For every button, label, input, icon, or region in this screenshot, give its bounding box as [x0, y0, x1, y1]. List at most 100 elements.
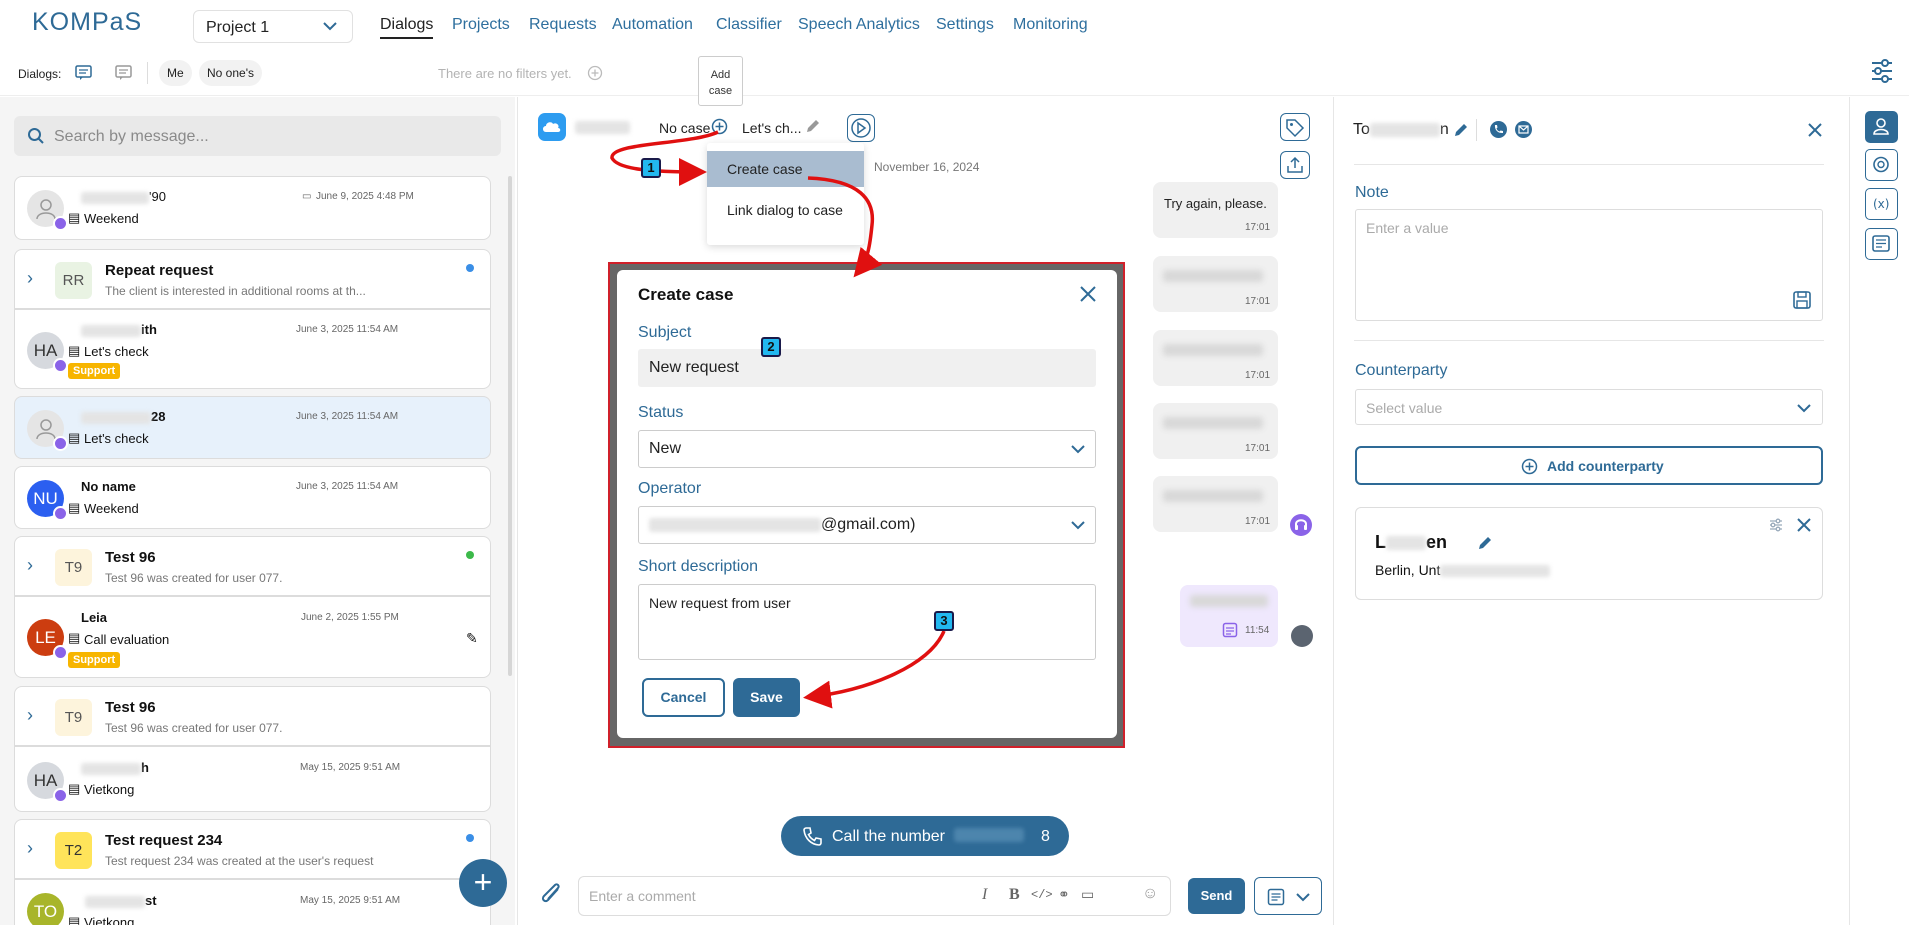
case-card[interactable]: › T2 Test request 234 Test request 234 w… [14, 819, 491, 879]
templates-button[interactable] [1254, 877, 1322, 915]
chevron-right-icon[interactable]: › [27, 705, 33, 726]
edit-pencil-icon[interactable] [1453, 122, 1469, 138]
nav-requests[interactable]: Requests [529, 16, 597, 34]
filter-me[interactable]: Me [159, 60, 192, 86]
dialog-card[interactable]: HA h May 15, 2025 9:51 AM ▤ Vietkong [14, 746, 491, 812]
close-icon[interactable] [1078, 284, 1098, 304]
comment-input[interactable]: Enter a comment I B </> ⚭ ▭ ☺ [578, 876, 1171, 916]
send-button[interactable]: Send [1188, 878, 1245, 914]
filter-divider [147, 62, 148, 84]
avatar: NU [27, 480, 68, 521]
add-case-icon[interactable] [711, 118, 728, 135]
dialog-card[interactable]: TO st May 15, 2025 9:51 AM ▤ Vietkong [14, 879, 491, 925]
filter-settings-icon[interactable] [1870, 58, 1894, 84]
email-contact-icon[interactable] [1515, 121, 1532, 138]
dialog-card[interactable]: LE Leia June 2, 2025 1:55 PM ▤ Call eval… [14, 596, 491, 678]
dialog-name: '90 [81, 189, 166, 204]
divider [1354, 340, 1824, 341]
project-select[interactable]: Project 1 [193, 10, 353, 43]
nav-projects[interactable]: Projects [452, 16, 510, 34]
export-button[interactable] [1280, 151, 1310, 179]
arrow-1 [610, 130, 719, 186]
attachment-icon[interactable] [538, 880, 566, 910]
avatar [27, 410, 68, 451]
note-textarea[interactable]: Enter a value [1355, 209, 1823, 321]
status-select[interactable]: New [638, 430, 1096, 468]
case-card[interactable]: › RR Repeat request The client is intere… [14, 249, 491, 309]
dialog-card[interactable]: '90 ▭ June 9, 2025 4:48 PM ▤ Weekend [14, 176, 491, 240]
new-dialog-button[interactable]: + [459, 859, 507, 907]
link-icon[interactable]: ⚭ [1058, 886, 1070, 903]
case-card[interactable]: › T9 Test 96 Test 96 was created for use… [14, 686, 491, 746]
ai-tab-button[interactable] [1865, 149, 1898, 181]
search-placeholder: Search by message... [54, 128, 209, 145]
cancel-button[interactable]: Cancel [642, 678, 725, 717]
dialog-name: st [81, 893, 157, 908]
nav-speech-analytics[interactable]: Speech Analytics [798, 16, 920, 34]
message-time: 17:01 [1245, 516, 1271, 527]
menu-link-dialog[interactable]: Link dialog to case [707, 192, 864, 228]
notes-tab-button[interactable] [1865, 228, 1898, 260]
chat-filter-icon[interactable] [74, 64, 94, 82]
edit-pencil-icon[interactable] [1477, 535, 1493, 551]
app-logo[interactable]: KOMPaS [32, 8, 142, 37]
call-number-button[interactable]: Call the number 8 [781, 816, 1069, 856]
variables-tab-button[interactable]: (x) [1865, 188, 1898, 220]
contact-tab-button[interactable] [1865, 111, 1898, 143]
chevron-right-icon[interactable]: › [27, 838, 33, 859]
nav-automation[interactable]: Automation [612, 16, 693, 34]
bold-icon[interactable]: B [1009, 886, 1020, 904]
edit-pencil-icon[interactable] [805, 118, 821, 134]
nav-dialogs[interactable]: Dialogs [380, 16, 434, 39]
status-dot [466, 551, 474, 559]
operator-select[interactable]: @gmail.com) [638, 506, 1096, 544]
chevron-right-icon[interactable]: › [27, 268, 33, 289]
nav-classifier[interactable]: Classifier [716, 16, 782, 34]
dialog-date: May 15, 2025 9:51 AM [300, 895, 401, 906]
dialog-date: June 9, 2025 4:48 PM [316, 191, 414, 202]
quote-icon[interactable]: ▭ [1081, 886, 1094, 903]
case-icon: ▤ [68, 914, 81, 925]
subject-input[interactable]: New request [638, 349, 1096, 387]
short-description-textarea[interactable]: New request from user [638, 584, 1096, 660]
case-card[interactable]: › T9 Test 96 Test 96 was created for use… [14, 536, 491, 596]
avatar-initials: NU [33, 488, 58, 508]
play-button[interactable] [847, 114, 875, 142]
add-filter-icon[interactable] [587, 65, 603, 81]
filter-no-ones[interactable]: No one's [199, 60, 262, 86]
phone-contact-icon[interactable] [1490, 121, 1507, 138]
tag-button[interactable] [1280, 113, 1310, 141]
close-icon[interactable] [1796, 517, 1812, 533]
menu-create-case[interactable]: Create case [707, 151, 864, 187]
nav-monitoring[interactable]: Monitoring [1013, 16, 1088, 34]
case-name[interactable]: Let's ch... [742, 120, 801, 136]
case-title: Repeat request [105, 262, 214, 279]
support-tag: Support [68, 363, 121, 379]
dialog-card[interactable]: NU No name June 3, 2025 11:54 AM ▤ Weeke… [14, 466, 491, 529]
dialog-case: Vietkong [84, 915, 135, 925]
divider [1354, 164, 1824, 165]
chevron-right-icon[interactable]: › [27, 555, 33, 576]
add-counterparty-button[interactable]: Add counterparty [1355, 446, 1823, 485]
panel-divider [1849, 97, 1850, 925]
italic-icon[interactable]: I [982, 886, 987, 904]
dialog-card-selected[interactable]: 28 June 3, 2025 11:54 AM ▤ Let's check [14, 396, 491, 459]
counterparty-card[interactable]: Len Berlin, Unt [1355, 507, 1823, 600]
chat-filter-alt-icon[interactable] [114, 64, 134, 82]
nav-settings[interactable]: Settings [936, 16, 994, 34]
close-icon[interactable] [1806, 121, 1824, 139]
settings-sliders-icon[interactable] [1768, 517, 1784, 533]
contact-name-end: n [1439, 121, 1449, 138]
message-time: 17:01 [1245, 222, 1271, 233]
channel-badge-icon [53, 358, 68, 373]
search-input[interactable]: Search by message... [14, 116, 501, 156]
code-icon[interactable]: </> [1031, 888, 1053, 902]
emoji-icon[interactable]: ☺ [1142, 885, 1158, 903]
operator-icon [1290, 514, 1312, 536]
dialogs-scrollbar[interactable] [508, 176, 512, 676]
save-button[interactable]: Save [733, 678, 800, 717]
dialog-card[interactable]: HA ith June 3, 2025 11:54 AM ▤ Let's che… [14, 309, 491, 389]
channel-icon [538, 113, 566, 141]
counterparty-select[interactable]: Select value [1355, 389, 1823, 425]
save-note-icon[interactable] [1792, 290, 1812, 310]
